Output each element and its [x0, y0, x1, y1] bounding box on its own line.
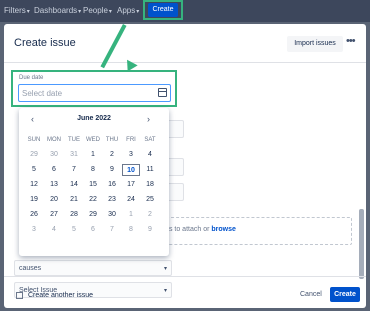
calendar-day[interactable]: 25	[141, 194, 159, 206]
modal-title: Create issue	[14, 37, 76, 49]
calendar-day[interactable]: 30	[45, 149, 63, 161]
browse-link[interactable]: browse	[211, 226, 236, 233]
calendar-day[interactable]: 27	[45, 209, 63, 221]
calendar-day[interactable]: 5	[25, 164, 43, 176]
chevron-down-icon: ▾	[163, 288, 167, 294]
calendar-day[interactable]: 20	[45, 194, 63, 206]
calendar-day[interactable]: 9	[103, 164, 121, 176]
nav-apps[interactable]: Apps▾	[117, 6, 139, 15]
footer-divider	[4, 276, 366, 277]
calendar-day[interactable]: 24	[122, 194, 140, 206]
chevron-down-icon: ▾	[108, 9, 112, 15]
calendar-day[interactable]: 6	[84, 224, 102, 236]
calendar-day[interactable]: 4	[141, 149, 159, 161]
calendar-day[interactable]: 7	[65, 164, 83, 176]
calendar-day[interactable]: 8	[122, 224, 140, 236]
calendar-day[interactable]: 2	[103, 149, 121, 161]
calendar-day[interactable]: 12	[25, 179, 43, 191]
calendar-day[interactable]: 15	[84, 179, 102, 191]
link-type-select[interactable]: causes ▾	[14, 260, 172, 276]
calendar-day[interactable]: 11	[141, 164, 159, 176]
calendar-day[interactable]: 14	[65, 179, 83, 191]
calendar-day[interactable]: 18	[141, 179, 159, 191]
create-highlight-box	[143, 0, 183, 20]
calendar-day[interactable]: 5	[65, 224, 83, 236]
import-issues-button[interactable]: Import issues	[287, 36, 343, 52]
calendar-day[interactable]: 21	[65, 194, 83, 206]
calendar-day[interactable]: 4	[45, 224, 63, 236]
calendar-day[interactable]: 31	[65, 149, 83, 161]
calendar-day[interactable]: 2	[141, 209, 159, 221]
create-button[interactable]: Create	[330, 287, 360, 302]
top-navigation: Filters▾ Dashboards▾ People▾ Apps▾ Creat…	[0, 0, 370, 22]
calendar-day[interactable]: 3	[122, 149, 140, 161]
chevron-down-icon: ▾	[163, 266, 167, 272]
scrollbar[interactable]	[359, 209, 364, 279]
calendar-day[interactable]: 28	[65, 209, 83, 221]
calendar-day[interactable]: 8	[84, 164, 102, 176]
weekday-header: SUN	[27, 137, 41, 143]
nav-people[interactable]: People▾	[83, 6, 112, 15]
calendar-day[interactable]: 7	[103, 224, 121, 236]
calendar-day[interactable]: 26	[25, 209, 43, 221]
calendar-day[interactable]: 1	[84, 149, 102, 161]
weekday-header: SAT	[144, 137, 156, 143]
attachment-text: files to attach or browse	[160, 226, 236, 233]
weekday-header: WED	[86, 137, 100, 143]
calendar-day[interactable]: 30	[103, 209, 121, 221]
weekday-header: TUE	[68, 137, 80, 143]
create-issue-modal: Create issue Import issues ••• files to …	[4, 24, 366, 308]
calendar-day[interactable]: 17	[122, 179, 140, 191]
calendar-day[interactable]: 6	[45, 164, 63, 176]
date-picker-calendar: ‹ › June 2022 SUN MON TUE WED THU FRI SAT 29 30…	[19, 108, 169, 256]
calendar-icon[interactable]	[158, 88, 167, 97]
calendar-month-label: June 2022	[77, 115, 111, 122]
more-horizontal-icon[interactable]: •••	[346, 35, 356, 47]
nav-filters[interactable]: Filters▾	[4, 6, 30, 15]
calendar-day[interactable]: 10	[122, 164, 140, 176]
calendar-day[interactable]: 29	[25, 149, 43, 161]
chevron-down-icon: ▾	[136, 9, 140, 15]
weekday-header: MON	[47, 137, 61, 143]
due-date-label: Due date	[19, 75, 44, 81]
create-another-label: Create another issue	[28, 292, 93, 299]
calendar-day[interactable]: 19	[25, 194, 43, 206]
weekday-header: THU	[105, 137, 119, 143]
calendar-day[interactable]: 29	[84, 209, 102, 221]
chevron-down-icon: ▾	[26, 9, 30, 15]
calendar-day[interactable]: 1	[122, 209, 140, 221]
create-another-checkbox[interactable]	[16, 292, 23, 299]
calendar-day[interactable]: 23	[103, 194, 121, 206]
nav-dashboards[interactable]: Dashboards▾	[34, 6, 81, 15]
cancel-button[interactable]: Cancel	[300, 291, 322, 298]
calendar-day[interactable]: 16	[103, 179, 121, 191]
due-date-highlight-box: Due date Select date	[11, 70, 177, 107]
calendar-day[interactable]: 22	[84, 194, 102, 206]
calendar-day[interactable]: 9	[141, 224, 159, 236]
calendar-day[interactable]: 3	[25, 224, 43, 236]
weekday-header: FRI	[126, 137, 136, 143]
calendar-day[interactable]: 13	[45, 179, 63, 191]
due-date-input[interactable]: Select date	[18, 84, 171, 102]
chevron-down-icon: ▾	[78, 9, 82, 15]
